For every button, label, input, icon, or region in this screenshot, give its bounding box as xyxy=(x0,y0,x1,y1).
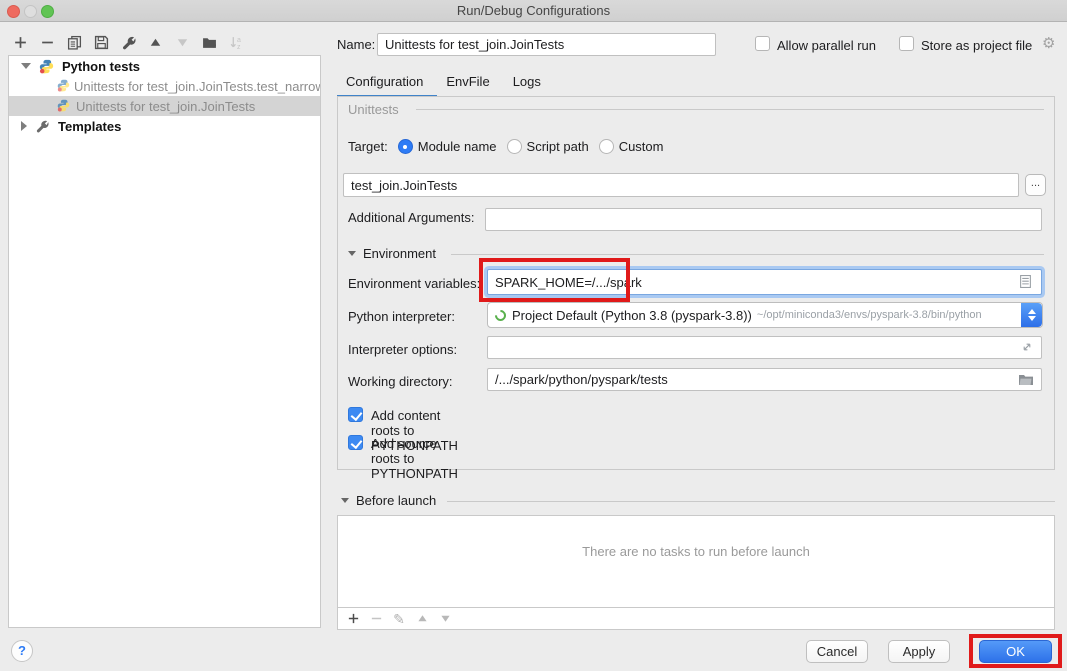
templates-wrench-icon xyxy=(35,119,50,134)
source-roots-checkbox-row[interactable]: Add source roots to PYTHONPATH xyxy=(348,435,363,455)
interpreter-options-label: Interpreter options: xyxy=(348,342,457,357)
store-as-project-file-checkbox[interactable] xyxy=(899,36,914,51)
radio-button[interactable] xyxy=(599,139,614,154)
move-up-icon[interactable] xyxy=(147,34,164,51)
additional-arguments-label: Additional Arguments: xyxy=(348,210,474,225)
titlebar: Run/Debug Configurations xyxy=(0,0,1067,22)
python-test-run-icon xyxy=(57,79,70,94)
configurations-tree: Python tests Unittests for test_join.Joi… xyxy=(8,55,321,628)
environment-variables-input[interactable] xyxy=(487,269,1042,295)
browse-variables-icon[interactable] xyxy=(1020,275,1031,288)
allow-parallel-run-label: Allow parallel run xyxy=(777,38,876,53)
content-roots-checkbox-row[interactable]: Add content roots to PYTHONPATH xyxy=(348,407,363,427)
configuration-panel: Unittests Target: Module name Script pat… xyxy=(337,96,1055,470)
chevron-down-icon[interactable] xyxy=(21,63,31,69)
radio-button-selected[interactable] xyxy=(398,139,413,154)
move-task-down-icon[interactable] xyxy=(438,612,452,626)
radio-label: Custom xyxy=(619,139,664,154)
add-configuration-icon[interactable] xyxy=(12,34,29,51)
radio-custom[interactable]: Custom xyxy=(599,139,664,154)
svg-text:z: z xyxy=(237,43,241,49)
conda-environment-icon xyxy=(493,307,509,323)
configurations-toolbar: az xyxy=(12,31,245,53)
copy-configuration-icon[interactable] xyxy=(66,34,83,51)
help-button[interactable]: ? xyxy=(11,640,33,662)
python-tests-icon xyxy=(39,59,54,74)
apply-button[interactable]: Apply xyxy=(888,640,950,663)
tab-envfile[interactable]: EnvFile xyxy=(437,66,503,98)
expand-field-icon[interactable] xyxy=(1021,341,1033,353)
working-directory-label: Working directory: xyxy=(348,374,453,389)
folder-icon[interactable] xyxy=(1019,374,1033,385)
tree-item-label: Templates xyxy=(58,119,121,134)
tree-item-label: Python tests xyxy=(62,59,140,74)
tree-item-templates[interactable]: Templates xyxy=(9,116,320,136)
tree-item-unittest-narrow[interactable]: Unittests for test_join.JoinTests.test_n… xyxy=(9,76,320,96)
additional-arguments-input[interactable] xyxy=(485,208,1042,231)
add-task-icon[interactable] xyxy=(346,612,360,626)
ok-button[interactable]: OK xyxy=(979,640,1052,663)
python-test-run-icon xyxy=(57,99,72,114)
unittests-group-title: Unittests xyxy=(348,102,399,117)
window-title: Run/Debug Configurations xyxy=(0,3,1067,18)
interpreter-path: ~/opt/miniconda3/envs/pyspark-3.8/bin/py… xyxy=(757,309,982,321)
interpreter-value: Project Default (Python 3.8 (pyspark-3.8… xyxy=(512,308,752,323)
move-down-icon[interactable] xyxy=(174,34,191,51)
sort-alphabetically-icon[interactable]: az xyxy=(228,34,245,51)
tree-item-label: Unittests for test_join.JoinTests.test_n… xyxy=(74,79,320,94)
allow-parallel-run-checkbox[interactable] xyxy=(755,36,770,51)
tree-item-unittest-jointests-selected[interactable]: Unittests for test_join.JoinTests xyxy=(9,96,320,116)
python-interpreter-label: Python interpreter: xyxy=(348,309,455,324)
radio-button[interactable] xyxy=(507,139,522,154)
add-source-roots-label: Add source roots to PYTHONPATH xyxy=(371,436,458,481)
move-task-up-icon[interactable] xyxy=(415,612,429,626)
interpreter-options-input[interactable] xyxy=(487,336,1042,359)
before-launch-empty-text: There are no tasks to run before launch xyxy=(338,544,1054,559)
environment-collapse-icon[interactable] xyxy=(348,251,356,256)
before-launch-panel: There are no tasks to run before launch … xyxy=(337,515,1055,630)
remove-task-icon[interactable] xyxy=(369,612,383,626)
working-directory-input[interactable] xyxy=(487,368,1042,391)
gear-icon[interactable]: ⚙ xyxy=(1042,34,1055,52)
browse-button[interactable]: ... xyxy=(1025,174,1046,196)
edit-templates-wrench-icon[interactable] xyxy=(120,34,137,51)
target-label: Target: xyxy=(348,139,388,154)
edit-task-pencil-icon[interactable]: ✎ xyxy=(392,612,406,626)
new-folder-icon[interactable] xyxy=(201,34,218,51)
svg-text:a: a xyxy=(237,36,241,43)
tab-logs[interactable]: Logs xyxy=(504,66,555,98)
chevron-right-icon[interactable] xyxy=(21,121,27,131)
remove-configuration-icon[interactable] xyxy=(39,34,56,51)
cancel-button[interactable]: Cancel xyxy=(806,640,868,663)
add-content-roots-checkbox[interactable] xyxy=(348,407,363,422)
module-name-input[interactable] xyxy=(343,173,1019,197)
radio-label: Module name xyxy=(418,139,497,154)
tree-item-label: Unittests for test_join.JoinTests xyxy=(76,99,255,114)
tree-item-python-tests[interactable]: Python tests xyxy=(9,56,320,76)
radio-module-name[interactable]: Module name xyxy=(398,139,497,154)
store-as-project-file-label: Store as project file xyxy=(921,38,1032,53)
name-input[interactable] xyxy=(377,33,716,56)
radio-label: Script path xyxy=(527,139,589,154)
save-configuration-icon[interactable] xyxy=(93,34,110,51)
before-launch-collapse-icon[interactable] xyxy=(341,498,349,503)
environment-section-title: Environment xyxy=(363,246,436,261)
name-label: Name: xyxy=(337,37,375,52)
dropdown-stepper-icon[interactable] xyxy=(1021,303,1042,327)
group-divider xyxy=(416,109,1044,110)
target-row: Target: Module name Script path Custom xyxy=(348,139,663,154)
environment-variables-label: Environment variables: xyxy=(348,276,480,291)
python-interpreter-select[interactable]: Project Default (Python 3.8 (pyspark-3.8… xyxy=(487,302,1043,328)
add-source-roots-checkbox[interactable] xyxy=(348,435,363,450)
before-launch-title: Before launch xyxy=(356,493,436,508)
tab-configuration[interactable]: Configuration xyxy=(337,66,437,98)
before-launch-toolbar: ✎ xyxy=(338,607,1054,629)
section-divider xyxy=(451,254,1044,255)
radio-script-path[interactable]: Script path xyxy=(507,139,589,154)
section-divider xyxy=(447,501,1055,502)
tab-bar: Configuration EnvFile Logs xyxy=(337,66,555,98)
